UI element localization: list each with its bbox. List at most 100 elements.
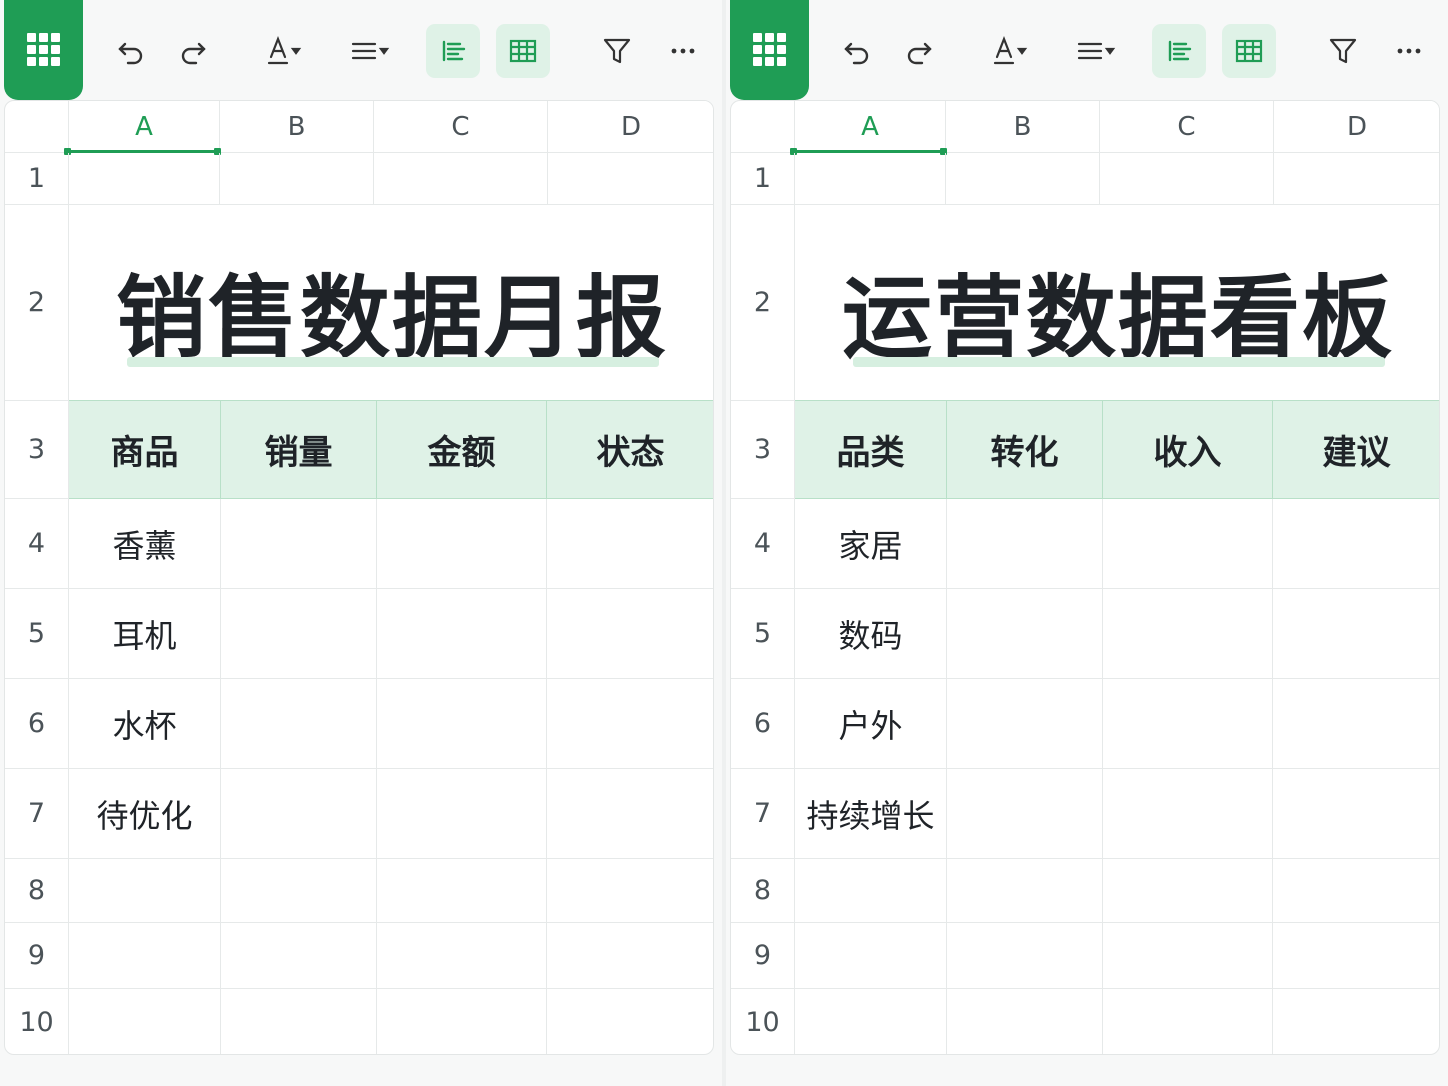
cell[interactable]: [1273, 989, 1439, 1054]
grid-app-icon[interactable]: [4, 0, 83, 100]
cell[interactable]: [1103, 769, 1273, 859]
cell[interactable]: [947, 989, 1103, 1054]
table-icon[interactable]: [1222, 24, 1276, 78]
table-header-cell[interactable]: 转化: [947, 401, 1103, 499]
table-header-cell[interactable]: 建议: [1273, 401, 1439, 499]
row-header-9[interactable]: 9: [5, 923, 69, 989]
cell[interactable]: [1273, 679, 1439, 769]
cell[interactable]: [377, 679, 547, 769]
spreadsheet-grid[interactable]: A B C D 1 2 3 4 5 6 7 8 9 10 销售数据月报 商品 销…: [4, 100, 714, 1055]
cell[interactable]: [547, 769, 713, 859]
cell[interactable]: [1273, 923, 1439, 989]
column-header-d[interactable]: D: [1274, 101, 1439, 153]
cell[interactable]: [220, 153, 374, 205]
table-header-cell[interactable]: 状态: [547, 401, 713, 499]
cell[interactable]: [947, 499, 1103, 589]
cell[interactable]: [221, 859, 377, 923]
row-header-8[interactable]: 8: [5, 859, 69, 923]
font-color-icon[interactable]: [258, 24, 312, 78]
cell[interactable]: [1273, 589, 1439, 679]
font-color-icon[interactable]: [984, 24, 1038, 78]
cell[interactable]: [377, 989, 547, 1054]
select-all-corner[interactable]: [5, 101, 69, 153]
cell[interactable]: [1103, 859, 1273, 923]
cell[interactable]: [69, 153, 220, 205]
cell[interactable]: [377, 589, 547, 679]
cell[interactable]: [947, 859, 1103, 923]
undo-icon[interactable]: [104, 24, 158, 78]
table-header-cell[interactable]: 商品: [69, 401, 221, 499]
grid-app-icon[interactable]: [730, 0, 809, 100]
more-icon[interactable]: [1382, 24, 1436, 78]
cell[interactable]: [547, 679, 713, 769]
cell[interactable]: [377, 859, 547, 923]
row-header-4[interactable]: 4: [5, 499, 69, 589]
cell[interactable]: [795, 989, 947, 1054]
column-header-a[interactable]: A: [795, 101, 946, 153]
cell[interactable]: [1103, 923, 1273, 989]
column-header-b[interactable]: B: [220, 101, 374, 153]
cell[interactable]: [947, 589, 1103, 679]
row-header-2[interactable]: 2: [731, 205, 795, 401]
item-cell[interactable]: 户外: [795, 679, 947, 769]
cell[interactable]: [795, 859, 947, 923]
row-header-5[interactable]: 5: [5, 589, 69, 679]
cell[interactable]: [1273, 499, 1439, 589]
undo-icon[interactable]: [830, 24, 884, 78]
left-align-icon[interactable]: [426, 24, 480, 78]
left-align-icon[interactable]: [1152, 24, 1206, 78]
cell[interactable]: [221, 499, 377, 589]
title-cell[interactable]: 销售数据月报: [69, 205, 713, 401]
row-header-1[interactable]: 1: [731, 153, 795, 205]
row-header-7[interactable]: 7: [731, 769, 795, 859]
row-header-1[interactable]: 1: [5, 153, 69, 205]
row-header-3[interactable]: 3: [5, 401, 69, 499]
cell[interactable]: [547, 859, 713, 923]
cell[interactable]: [69, 989, 221, 1054]
table-header-cell[interactable]: 销量: [221, 401, 377, 499]
table-header-cell[interactable]: 金额: [377, 401, 547, 499]
spreadsheet-grid[interactable]: A B C D 1 2 3 4 5 6 7 8 9 10 运营数据看板 品类 转…: [730, 100, 1440, 1055]
cell[interactable]: [221, 679, 377, 769]
cell[interactable]: [947, 679, 1103, 769]
title-cell[interactable]: 运营数据看板: [795, 205, 1439, 401]
row-header-10[interactable]: 10: [5, 989, 69, 1054]
table-icon[interactable]: [496, 24, 550, 78]
cell[interactable]: [947, 769, 1103, 859]
row-header-5[interactable]: 5: [731, 589, 795, 679]
row-header-4[interactable]: 4: [731, 499, 795, 589]
row-header-2[interactable]: 2: [5, 205, 69, 401]
item-cell[interactable]: 水杯: [69, 679, 221, 769]
cell[interactable]: [947, 923, 1103, 989]
cell[interactable]: [1103, 499, 1273, 589]
column-header-b[interactable]: B: [946, 101, 1100, 153]
table-header-cell[interactable]: 品类: [795, 401, 947, 499]
row-header-9[interactable]: 9: [731, 923, 795, 989]
cell[interactable]: [795, 153, 946, 205]
cell[interactable]: [548, 153, 713, 205]
item-cell[interactable]: 数码: [795, 589, 947, 679]
cell[interactable]: [547, 989, 713, 1054]
cell[interactable]: [1273, 859, 1439, 923]
row-header-10[interactable]: 10: [731, 989, 795, 1054]
cell[interactable]: [1100, 153, 1274, 205]
column-header-c[interactable]: C: [374, 101, 548, 153]
cell[interactable]: [1103, 589, 1273, 679]
item-cell[interactable]: 持续增长: [795, 769, 947, 859]
cell[interactable]: [1103, 989, 1273, 1054]
cell[interactable]: [946, 153, 1100, 205]
cell[interactable]: [795, 923, 947, 989]
column-header-d[interactable]: D: [548, 101, 713, 153]
redo-icon[interactable]: [892, 24, 946, 78]
cell[interactable]: [69, 923, 221, 989]
cell[interactable]: [377, 923, 547, 989]
column-header-a[interactable]: A: [69, 101, 220, 153]
cell[interactable]: [374, 153, 548, 205]
cell[interactable]: [1273, 769, 1439, 859]
item-cell[interactable]: 耳机: [69, 589, 221, 679]
item-cell[interactable]: 待优化: [69, 769, 221, 859]
cell[interactable]: [547, 923, 713, 989]
filter-icon[interactable]: [590, 24, 644, 78]
cell[interactable]: [377, 499, 547, 589]
redo-icon[interactable]: [166, 24, 220, 78]
